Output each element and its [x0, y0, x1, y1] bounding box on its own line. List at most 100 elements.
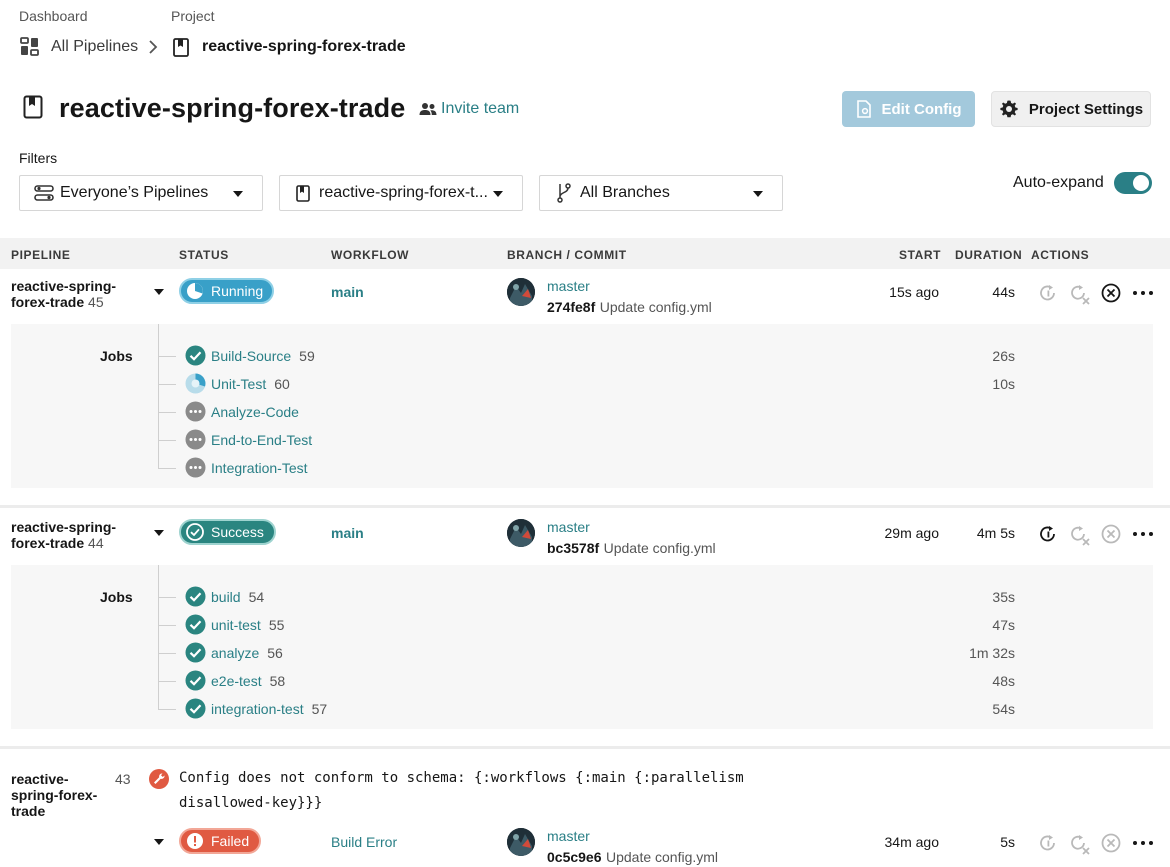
- invite-team-button[interactable]: Invite team: [419, 100, 519, 118]
- auto-expand-toggle[interactable]: [1114, 172, 1152, 194]
- chevron-down-icon: [753, 191, 763, 197]
- rerun-icon[interactable]: [1038, 524, 1058, 544]
- job-name: Build-Source: [211, 348, 292, 364]
- queued-icon: [185, 457, 206, 478]
- job-item[interactable]: Integration-Test: [211, 460, 308, 478]
- edit-config-button[interactable]: Edit Config: [842, 91, 975, 127]
- pipeline-duration: 4m 5s: [976, 525, 1015, 541]
- header-status: STATUS: [179, 248, 229, 262]
- commit-info[interactable]: 0c5c9e6 Update config.yml: [547, 849, 718, 867]
- cancel-icon[interactable]: [1101, 833, 1121, 853]
- job-name: End-to-End-Test: [211, 432, 313, 448]
- jobs-tree-branch: [158, 356, 176, 357]
- jobs-label: Jobs: [100, 589, 133, 605]
- expand-chevron-icon[interactable]: [154, 289, 164, 295]
- pipeline-name[interactable]: reactive- spring-forex- trade: [11, 771, 97, 819]
- status-badge[interactable]: Success: [179, 519, 276, 545]
- job-item[interactable]: e2e-test 58: [211, 673, 285, 691]
- job-duration: 35s: [992, 589, 1015, 605]
- job-duration: 26s: [992, 348, 1015, 364]
- pipeline-name-line: trade: [11, 803, 46, 819]
- pipeline-duration: 5s: [1000, 834, 1015, 850]
- job-duration: 1m 32s: [969, 645, 1015, 661]
- commit-info[interactable]: bc3578f Update config.yml: [547, 540, 716, 558]
- more-icon[interactable]: [1133, 841, 1153, 845]
- row-divider: [0, 746, 1170, 749]
- rerun-icon[interactable]: [1038, 833, 1058, 853]
- more-icon[interactable]: [1133, 291, 1153, 295]
- branch-filter-select[interactable]: All Branches: [539, 175, 783, 211]
- header-start: START: [899, 248, 942, 262]
- jobs-tree-branch: [158, 440, 176, 441]
- commit-sha: 0c5c9e6: [547, 849, 602, 865]
- project-settings-button[interactable]: Project Settings: [991, 91, 1151, 127]
- pipeline-name[interactable]: reactive-spring- forex-trade 44: [11, 519, 116, 551]
- job-name: build: [211, 589, 241, 605]
- cancel-icon[interactable]: [1101, 283, 1121, 303]
- job-number: 59: [299, 348, 315, 364]
- jobs-tree-branch: [158, 597, 176, 598]
- filters-label: Filters: [19, 150, 58, 166]
- check-circle-icon: [186, 523, 204, 541]
- workflow-link[interactable]: main: [331, 525, 364, 541]
- job-item[interactable]: integration-test 57: [211, 701, 327, 719]
- pipeline-name-line: forex-trade: [11, 535, 85, 551]
- breadcrumb-current-project[interactable]: reactive-spring-forex-trade: [202, 38, 406, 56]
- branch-link[interactable]: master: [547, 278, 590, 294]
- pipelines-filter-value: Everyone’s Pipelines: [60, 184, 209, 201]
- header-actions: ACTIONS: [1031, 248, 1090, 262]
- rerun-icon[interactable]: [1038, 283, 1058, 303]
- pipelines-filter-select[interactable]: Everyone’s Pipelines: [19, 175, 263, 211]
- invite-team-label: Invite team: [441, 100, 520, 117]
- commit-info[interactable]: 274fe8f Update config.yml: [547, 299, 712, 317]
- header-workflow: WORKFLOW: [331, 248, 410, 262]
- rerun-failed-icon[interactable]: [1069, 283, 1091, 305]
- branch-link[interactable]: master: [547, 519, 590, 535]
- people-icon: [419, 102, 437, 116]
- commit-sha: 274fe8f: [547, 299, 596, 315]
- toggle-knob: [1133, 175, 1149, 191]
- job-item[interactable]: unit-test 55: [211, 617, 284, 635]
- status-badge[interactable]: Failed: [179, 828, 261, 854]
- workflow-link[interactable]: main: [331, 284, 364, 300]
- chevron-right-icon: [148, 40, 158, 54]
- job-item[interactable]: build 54: [211, 589, 264, 607]
- jobs-tree-branch: [158, 709, 176, 710]
- cancel-icon[interactable]: [1101, 524, 1121, 544]
- avatar: [507, 519, 535, 547]
- expand-chevron-icon[interactable]: [154, 839, 164, 845]
- job-item[interactable]: Analyze-Code: [211, 404, 299, 422]
- job-item[interactable]: End-to-End-Test: [211, 432, 312, 450]
- job-name: e2e-test: [211, 673, 262, 689]
- status-label: Failed: [211, 833, 250, 849]
- job-name: Integration-Test: [211, 460, 308, 476]
- pipeline-start: 15s ago: [889, 284, 939, 300]
- rerun-failed-icon[interactable]: [1069, 833, 1091, 855]
- check-circle-icon: [185, 698, 206, 719]
- rerun-failed-icon[interactable]: [1069, 524, 1091, 546]
- project-icon: [23, 95, 43, 119]
- job-name: Analyze-Code: [211, 404, 299, 420]
- workflow-link[interactable]: Build Error: [331, 834, 397, 850]
- job-item[interactable]: Build-Source 59: [211, 348, 315, 366]
- project-filter-select[interactable]: reactive-spring-forex-t...: [279, 175, 523, 211]
- pipeline-start: 34m ago: [884, 834, 939, 850]
- status-badge[interactable]: Running: [179, 278, 274, 304]
- branch-link[interactable]: master: [547, 828, 590, 844]
- commit-message: Update config.yml: [605, 849, 719, 865]
- job-name: unit-test: [211, 617, 261, 633]
- queued-icon: [185, 401, 206, 422]
- pipeline-name-line: forex-trade: [11, 294, 85, 310]
- job-item[interactable]: analyze 56: [211, 645, 283, 663]
- job-item[interactable]: Unit-Test 60: [211, 376, 290, 394]
- pipeline-name[interactable]: reactive-spring- forex-trade 45: [11, 278, 116, 310]
- more-icon[interactable]: [1133, 532, 1153, 536]
- project-filter-value: reactive-spring-forex-t...: [319, 184, 488, 201]
- running-icon: [185, 373, 206, 394]
- job-number: 60: [274, 376, 290, 392]
- breadcrumb-all-pipelines[interactable]: All Pipelines: [51, 38, 138, 56]
- expand-chevron-icon[interactable]: [154, 530, 164, 536]
- jobs-tree-branch: [158, 468, 176, 469]
- gear-icon: [999, 99, 1019, 119]
- queued-icon: [185, 429, 206, 450]
